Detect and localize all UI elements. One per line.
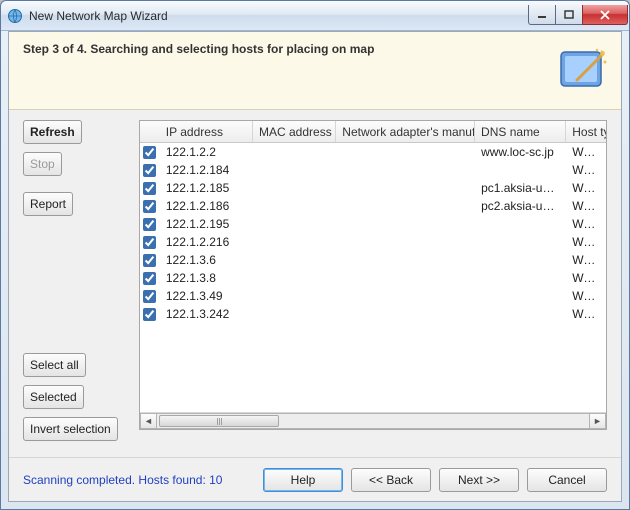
table-row[interactable]: 122.1.3.242 Works xyxy=(140,305,606,323)
table-row[interactable]: 122.1.2.216 Works xyxy=(140,233,606,251)
cancel-button[interactable]: Cancel xyxy=(527,468,607,492)
horizontal-scrollbar[interactable]: ◄ ► xyxy=(140,412,606,429)
cell-dns: pc1.aksia-unet... xyxy=(475,181,566,195)
table-row[interactable]: 122.1.2.185 pc1.aksia-unet...Works xyxy=(140,179,606,197)
cell-host-type: Works xyxy=(566,253,606,267)
back-button[interactable]: << Back xyxy=(351,468,431,492)
minimize-button[interactable] xyxy=(528,5,556,25)
left-button-column: Refresh Stop Report Select all Selected … xyxy=(23,120,129,449)
invert-selection-button[interactable]: Invert selection xyxy=(23,417,118,441)
column-mac[interactable]: MAC address xyxy=(253,121,336,142)
report-button[interactable]: Report xyxy=(23,192,73,216)
row-checkbox[interactable] xyxy=(143,200,156,213)
row-checkbox[interactable] xyxy=(143,290,156,303)
cell-ip: 122.1.2.2 xyxy=(160,145,253,159)
wizard-wand-icon xyxy=(555,42,611,98)
table-row[interactable]: 122.1.3.8 Works xyxy=(140,269,606,287)
table-row[interactable]: 122.1.2.184 Works xyxy=(140,161,606,179)
table-row[interactable]: 122.1.2.195 Works xyxy=(140,215,606,233)
cell-ip: 122.1.3.49 xyxy=(160,289,253,303)
table-row[interactable]: 122.1.3.6 Works xyxy=(140,251,606,269)
column-checkbox[interactable] xyxy=(140,121,160,142)
body-area: Refresh Stop Report Select all Selected … xyxy=(9,110,621,457)
cell-ip: 122.1.3.242 xyxy=(160,307,253,321)
column-adapter[interactable]: Network adapter's manufa... xyxy=(336,121,475,142)
stop-button: Stop xyxy=(23,152,62,176)
window-title: New Network Map Wizard xyxy=(29,9,529,23)
wizard-window: New Network Map Wizard Step 3 of 4. Sear… xyxy=(0,0,630,510)
row-checkbox[interactable] xyxy=(143,308,156,321)
cell-host-type: Works xyxy=(566,181,606,195)
scroll-track[interactable] xyxy=(157,413,589,429)
row-checkbox[interactable] xyxy=(143,164,156,177)
help-button[interactable]: Help xyxy=(263,468,343,492)
row-checkbox[interactable] xyxy=(143,182,156,195)
table-body: 122.1.2.2www.loc-sc.jpWorks122.1.2.184Wo… xyxy=(140,143,606,412)
table-row[interactable]: 122.1.3.49 Works xyxy=(140,287,606,305)
table-row[interactable]: 122.1.2.2 www.loc-sc.jpWorks xyxy=(140,143,606,161)
selected-button[interactable]: Selected xyxy=(23,385,84,409)
row-checkbox[interactable] xyxy=(143,218,156,231)
cell-host-type: Works xyxy=(566,145,606,159)
row-checkbox-cell[interactable] xyxy=(140,308,160,321)
row-checkbox-cell[interactable] xyxy=(140,236,160,249)
cell-dns: www.loc-sc.jp xyxy=(475,145,566,159)
row-checkbox-cell[interactable] xyxy=(140,146,160,159)
cell-host-type: Works xyxy=(566,289,606,303)
cell-dns: pc2.aksia-unet... xyxy=(475,199,566,213)
column-dns[interactable]: DNS name xyxy=(475,121,566,142)
titlebar[interactable]: New Network Map Wizard xyxy=(1,1,629,31)
row-checkbox-cell[interactable] xyxy=(140,254,160,267)
scroll-left-arrow-icon[interactable]: ◄ xyxy=(140,413,157,429)
cell-host-type: Works xyxy=(566,163,606,177)
row-checkbox-cell[interactable] xyxy=(140,218,160,231)
cell-ip: 122.1.3.8 xyxy=(160,271,253,285)
table-row[interactable]: 122.1.2.186 pc2.aksia-unet...Works xyxy=(140,197,606,215)
row-checkbox[interactable] xyxy=(143,272,156,285)
cell-ip: 122.1.3.6 xyxy=(160,253,253,267)
cell-ip: 122.1.2.195 xyxy=(160,217,253,231)
row-checkbox[interactable] xyxy=(143,254,156,267)
refresh-button[interactable]: Refresh xyxy=(23,120,82,144)
scroll-thumb[interactable] xyxy=(159,415,279,427)
cell-host-type: Works xyxy=(566,271,606,285)
close-button[interactable] xyxy=(582,5,628,25)
step-text: Step 3 of 4. Searching and selecting hos… xyxy=(23,42,374,56)
column-host-type[interactable]: Host ty xyxy=(566,121,606,142)
row-checkbox[interactable] xyxy=(143,146,156,159)
row-checkbox[interactable] xyxy=(143,236,156,249)
cell-ip: 122.1.2.186 xyxy=(160,199,253,213)
cell-ip: 122.1.2.184 xyxy=(160,163,253,177)
column-ip[interactable]: IP address xyxy=(160,121,253,142)
select-all-button[interactable]: Select all xyxy=(23,353,86,377)
cell-host-type: Works xyxy=(566,235,606,249)
cell-ip: 122.1.2.185 xyxy=(160,181,253,195)
cell-host-type: Works xyxy=(566,307,606,321)
maximize-button[interactable] xyxy=(555,5,583,25)
row-checkbox-cell[interactable] xyxy=(140,272,160,285)
cell-host-type: Works xyxy=(566,199,606,213)
cell-host-type: Works xyxy=(566,217,606,231)
status-text: Scanning completed. Hosts found: 10 xyxy=(23,473,222,487)
footer-bar: Scanning completed. Hosts found: 10 Help… xyxy=(9,457,621,501)
wizard-header: Step 3 of 4. Searching and selecting hos… xyxy=(9,32,621,110)
app-icon xyxy=(7,8,23,24)
table-header-row: IP address MAC address Network adapter's… xyxy=(140,121,606,143)
row-checkbox-cell[interactable] xyxy=(140,200,160,213)
cell-ip: 122.1.2.216 xyxy=(160,235,253,249)
hosts-table: IP address MAC address Network adapter's… xyxy=(139,120,607,430)
row-checkbox-cell[interactable] xyxy=(140,164,160,177)
client-area: Step 3 of 4. Searching and selecting hos… xyxy=(8,31,622,502)
scroll-right-arrow-icon[interactable]: ► xyxy=(589,413,606,429)
next-button[interactable]: Next >> xyxy=(439,468,519,492)
row-checkbox-cell[interactable] xyxy=(140,290,160,303)
row-checkbox-cell[interactable] xyxy=(140,182,160,195)
